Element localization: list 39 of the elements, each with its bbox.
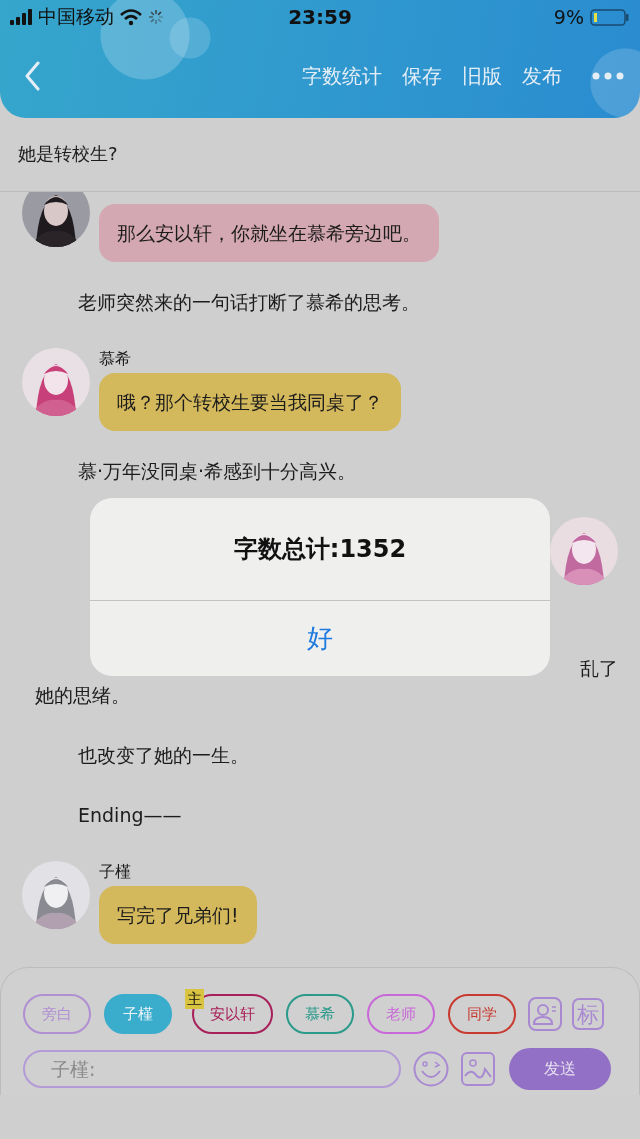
image-icon[interactable] [461, 1052, 495, 1086]
send-button[interactable]: 发送 [509, 1048, 611, 1090]
contact-icon[interactable] [528, 997, 562, 1031]
speech-bubble: 写完了兄弟们! [99, 886, 257, 944]
narration-text: Ending—— [77, 803, 183, 828]
role-chip[interactable]: 慕希 [286, 994, 354, 1034]
battery-icon [590, 8, 630, 26]
ok-button[interactable]: 好 [90, 600, 550, 676]
chapter-title: 她是转校生? [17, 142, 119, 166]
speaker-name: 子槿 [99, 861, 132, 883]
emoji-icon[interactable] [413, 1051, 449, 1087]
battery-percent: 9% [553, 6, 584, 28]
speech-bubble: 哦？那个转校生要当我同桌了？ [99, 373, 401, 431]
more-icon[interactable] [592, 72, 624, 80]
clock-time: 23:59 [288, 5, 352, 29]
nav-action[interactable]: 字数统计 [302, 62, 382, 90]
carrier-name: 中国移动 [38, 4, 114, 29]
nav-action[interactable]: 发布 [522, 62, 562, 90]
narration-text: 乱了 [580, 656, 618, 681]
role-chip[interactable]: 子槿 [104, 994, 172, 1034]
narration-text: 老师突然来的一句话打断了慕希的思考。 [77, 290, 421, 315]
back-icon[interactable] [24, 61, 42, 91]
role-chip[interactable]: 旁白 [23, 994, 91, 1034]
main-role-badge: 主 [185, 989, 204, 1009]
nav-action[interactable]: 保存 [402, 62, 442, 90]
narration-text: 也改变了她的一生。 [77, 743, 250, 768]
wifi-icon [120, 8, 142, 26]
mark-button[interactable]: 标 [572, 998, 604, 1030]
role-chip[interactable]: 同学 [448, 994, 516, 1034]
loading-icon [148, 9, 164, 25]
narration-text: 慕·万年没同桌·希感到十分高兴。 [77, 459, 358, 484]
speech-bubble: 那么安以轩，你就坐在慕希旁边吧。 [99, 204, 439, 262]
speaker-name: 慕希 [99, 348, 132, 370]
nav-action[interactable]: 旧版 [462, 62, 502, 90]
role-chip[interactable]: 老师 [367, 994, 435, 1034]
signal-icon [10, 9, 32, 25]
dialog-message: 字数总计:1352 [232, 534, 408, 565]
message-input[interactable]: 子槿: [23, 1050, 401, 1088]
narration-text: 她的思绪。 [35, 683, 130, 708]
